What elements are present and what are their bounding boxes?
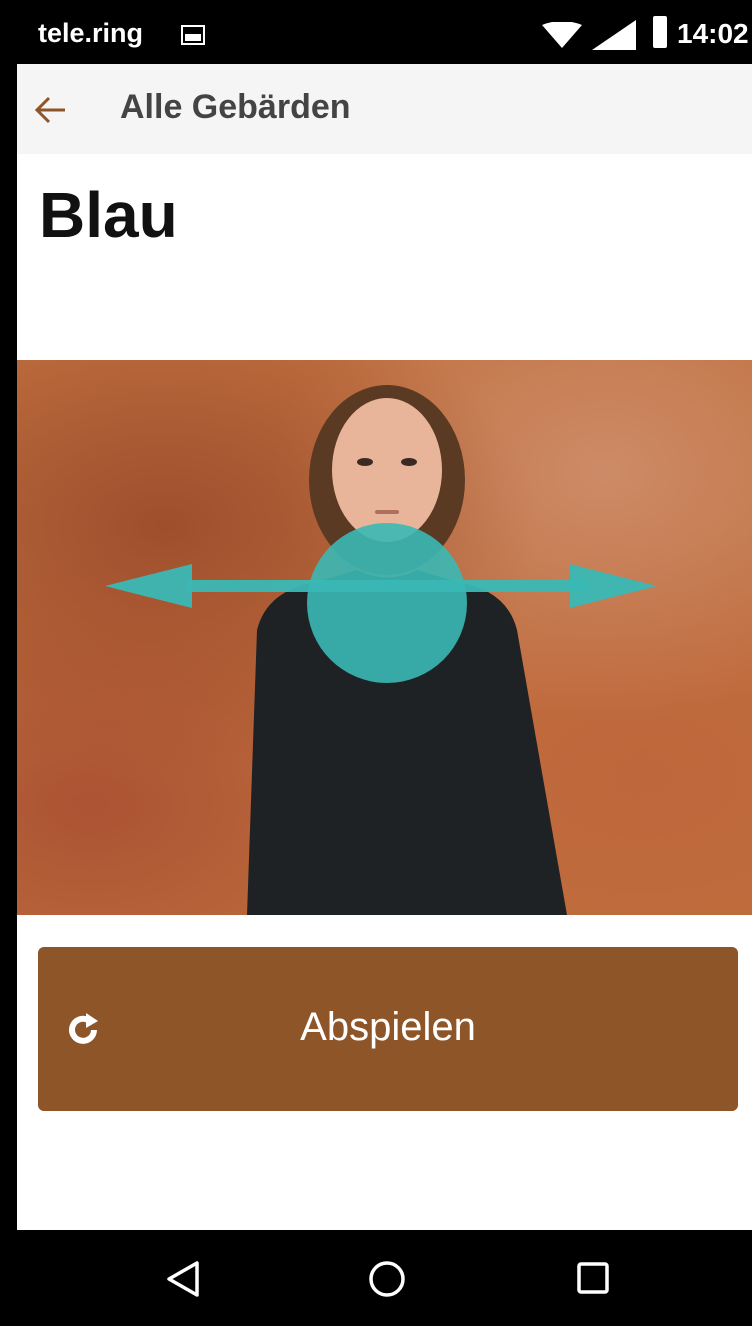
status-bar: tele.ring 14:02 bbox=[17, 0, 752, 64]
arrow-left-icon[interactable] bbox=[33, 92, 69, 128]
circle-marker bbox=[307, 523, 467, 683]
signal-icon bbox=[592, 20, 636, 50]
image-notification-icon bbox=[181, 25, 205, 45]
system-nav-bar bbox=[0, 1230, 752, 1326]
app-screen: tele.ring 14:02 Alle Gebärden Blau Abspi… bbox=[17, 0, 752, 1326]
app-bar-title: Alle Gebärden bbox=[120, 88, 351, 126]
back-triangle-icon[interactable] bbox=[166, 1260, 200, 1298]
carrier-label: tele.ring bbox=[38, 18, 144, 48]
app-bar: Alle Gebärden bbox=[17, 64, 752, 154]
home-circle-icon[interactable] bbox=[368, 1260, 406, 1298]
battery-icon bbox=[653, 16, 667, 48]
sign-word-title: Blau bbox=[39, 179, 178, 251]
play-button[interactable]: Abspielen bbox=[38, 947, 738, 1111]
movement-overlay bbox=[105, 523, 657, 683]
sign-video[interactable] bbox=[17, 360, 752, 915]
wifi-icon bbox=[542, 22, 582, 48]
recents-square-icon[interactable] bbox=[576, 1261, 610, 1295]
play-button-label: Abspielen bbox=[300, 1005, 476, 1049]
clock: 14:02 bbox=[677, 18, 749, 49]
